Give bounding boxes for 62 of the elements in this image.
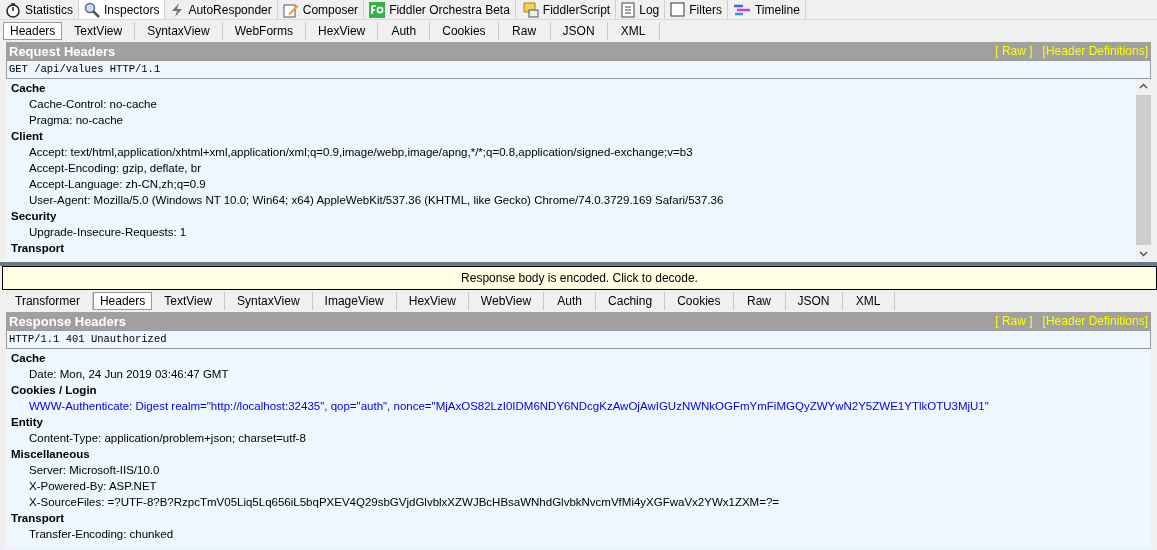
view-tab[interactable]: Caching — [596, 292, 666, 310]
view-tab[interactable]: SyntaxView — [135, 22, 223, 40]
header-entry[interactable]: Upgrade-Insecure-Requests: 1 — [11, 224, 1131, 240]
view-tab[interactable]: HexView — [306, 22, 379, 40]
view-tab[interactable]: Raw — [498, 22, 551, 40]
header-entry[interactable]: Content-Type: application/problem+json; charset=utf-8 — [11, 430, 1146, 446]
header-entry[interactable]: Accept-Encoding: gzip, deflate, br — [11, 160, 1131, 176]
scroll-thumb[interactable] — [1136, 95, 1151, 245]
header-group[interactable]: Entity — [11, 414, 1146, 430]
header-group[interactable]: Transport — [11, 510, 1146, 526]
view-tab[interactable]: Auth — [544, 292, 597, 310]
header-entry[interactable]: Transfer-Encoding: chunked — [11, 526, 1146, 542]
view-tab[interactable]: TextView — [62, 22, 136, 40]
header-entry[interactable]: Accept: text/html,application/xhtml+xml,application/xml;q=0.9,image/webp,image/apng,*/*;q=0.8,application/signed-exchange;v=b3 — [11, 144, 1131, 160]
timeline-icon — [732, 2, 751, 17]
view-tab[interactable]: ImageView — [312, 292, 397, 310]
view-tab[interactable]: WebView — [468, 292, 545, 310]
header-entry[interactable]: X-Powered-By: ASP.NET — [11, 478, 1146, 494]
header-group[interactable]: Cookies / Login — [11, 382, 1146, 398]
view-tab[interactable]: Raw — [733, 292, 786, 310]
header-entry[interactable]: WWW-Authenticate: Digest realm="http://localhost:32435", qop="auth", nonce="MjAxOS82LzI0IDM6NDY6NDcgKzAwOjAwIGUzNWNkOGFmYmFiMGQyZWYwN2Y5ZWE1YTlkOTU3MjU1" — [11, 398, 1146, 414]
view-tab[interactable]: JSON — [785, 292, 843, 310]
header-entry[interactable]: Date: Mon, 24 Jun 2019 03:46:47 GMT — [11, 366, 1146, 382]
magnifier-icon — [84, 1, 100, 18]
scrollbar[interactable] — [1136, 79, 1151, 261]
orchestra-icon — [369, 1, 386, 18]
encoded-notice-bar[interactable]: Response body is encoded. Click to decode. — [2, 266, 1157, 290]
status-line-field: GET /api/values HTTP/1.1 — [6, 60, 1151, 79]
header-group[interactable]: Transport — [11, 240, 1131, 256]
header-entry[interactable]: User-Agent: Mozilla/5.0 (Windows NT 10.0; Win64; x64) AppleWebKit/537.36 (KHTML, like Gecko) Chrome/74.0.3729.169 Safari/537.36 — [11, 192, 1131, 208]
header-entry[interactable]: X-SourceFiles: =?UTF-8?B?RzpcTmV05Liq5Lq656iL5bqPXEV4Q29sbGVjdGlvblxXZWJBcHBsaWNhdGlvbkNvcmVfMi4yXGFwaVx2YWx1ZXM=?= — [11, 494, 1146, 510]
header-group[interactable]: Miscellaneous — [11, 446, 1146, 462]
status-line-field: HTTP/1.1 401 Unauthorized — [6, 330, 1151, 349]
header-entry[interactable]: Cache-Control: no-cache — [11, 96, 1131, 112]
inspector-tab[interactable]: Inspectors — [79, 0, 166, 19]
view-tab[interactable]: HexView — [396, 292, 469, 310]
header-entry[interactable]: Accept-Language: zh-CN,zh;q=0.9 — [11, 176, 1131, 192]
stopwatch-icon — [5, 1, 21, 18]
header-entry[interactable]: Pragma: no-cache — [11, 112, 1131, 128]
view-tab[interactable]: Transformer — [3, 292, 93, 310]
view-tab[interactable]: Headers — [3, 22, 63, 40]
header-group[interactable]: Cache — [11, 80, 1131, 96]
header-group[interactable]: Security — [11, 208, 1131, 224]
header-group[interactable]: Client — [11, 128, 1131, 144]
view-tab[interactable]: WebForms — [222, 22, 307, 40]
document-icon — [621, 1, 636, 18]
view-tab[interactable]: Cookies — [665, 292, 734, 310]
header-entry[interactable]: Server: Microsoft-IIS/10.0 — [11, 462, 1146, 478]
panel-title: Request Headers — [9, 43, 116, 59]
pencil-icon — [282, 1, 299, 18]
view-tab[interactable]: Headers — [92, 292, 153, 310]
checkbox-icon — [670, 2, 686, 17]
view-tab[interactable]: JSON — [550, 22, 608, 40]
view-tab[interactable]: SyntaxView — [225, 292, 313, 310]
view-tab[interactable]: Auth — [378, 22, 431, 40]
script-icon — [520, 1, 539, 18]
view-tab[interactable]: Cookies — [430, 22, 499, 40]
view-tab[interactable]: XML — [607, 22, 660, 40]
view-tab[interactable]: XML — [842, 292, 895, 310]
panel-title: Response Headers — [9, 313, 127, 329]
header-group[interactable]: Cache — [11, 350, 1146, 366]
view-tab[interactable]: TextView — [152, 292, 226, 310]
